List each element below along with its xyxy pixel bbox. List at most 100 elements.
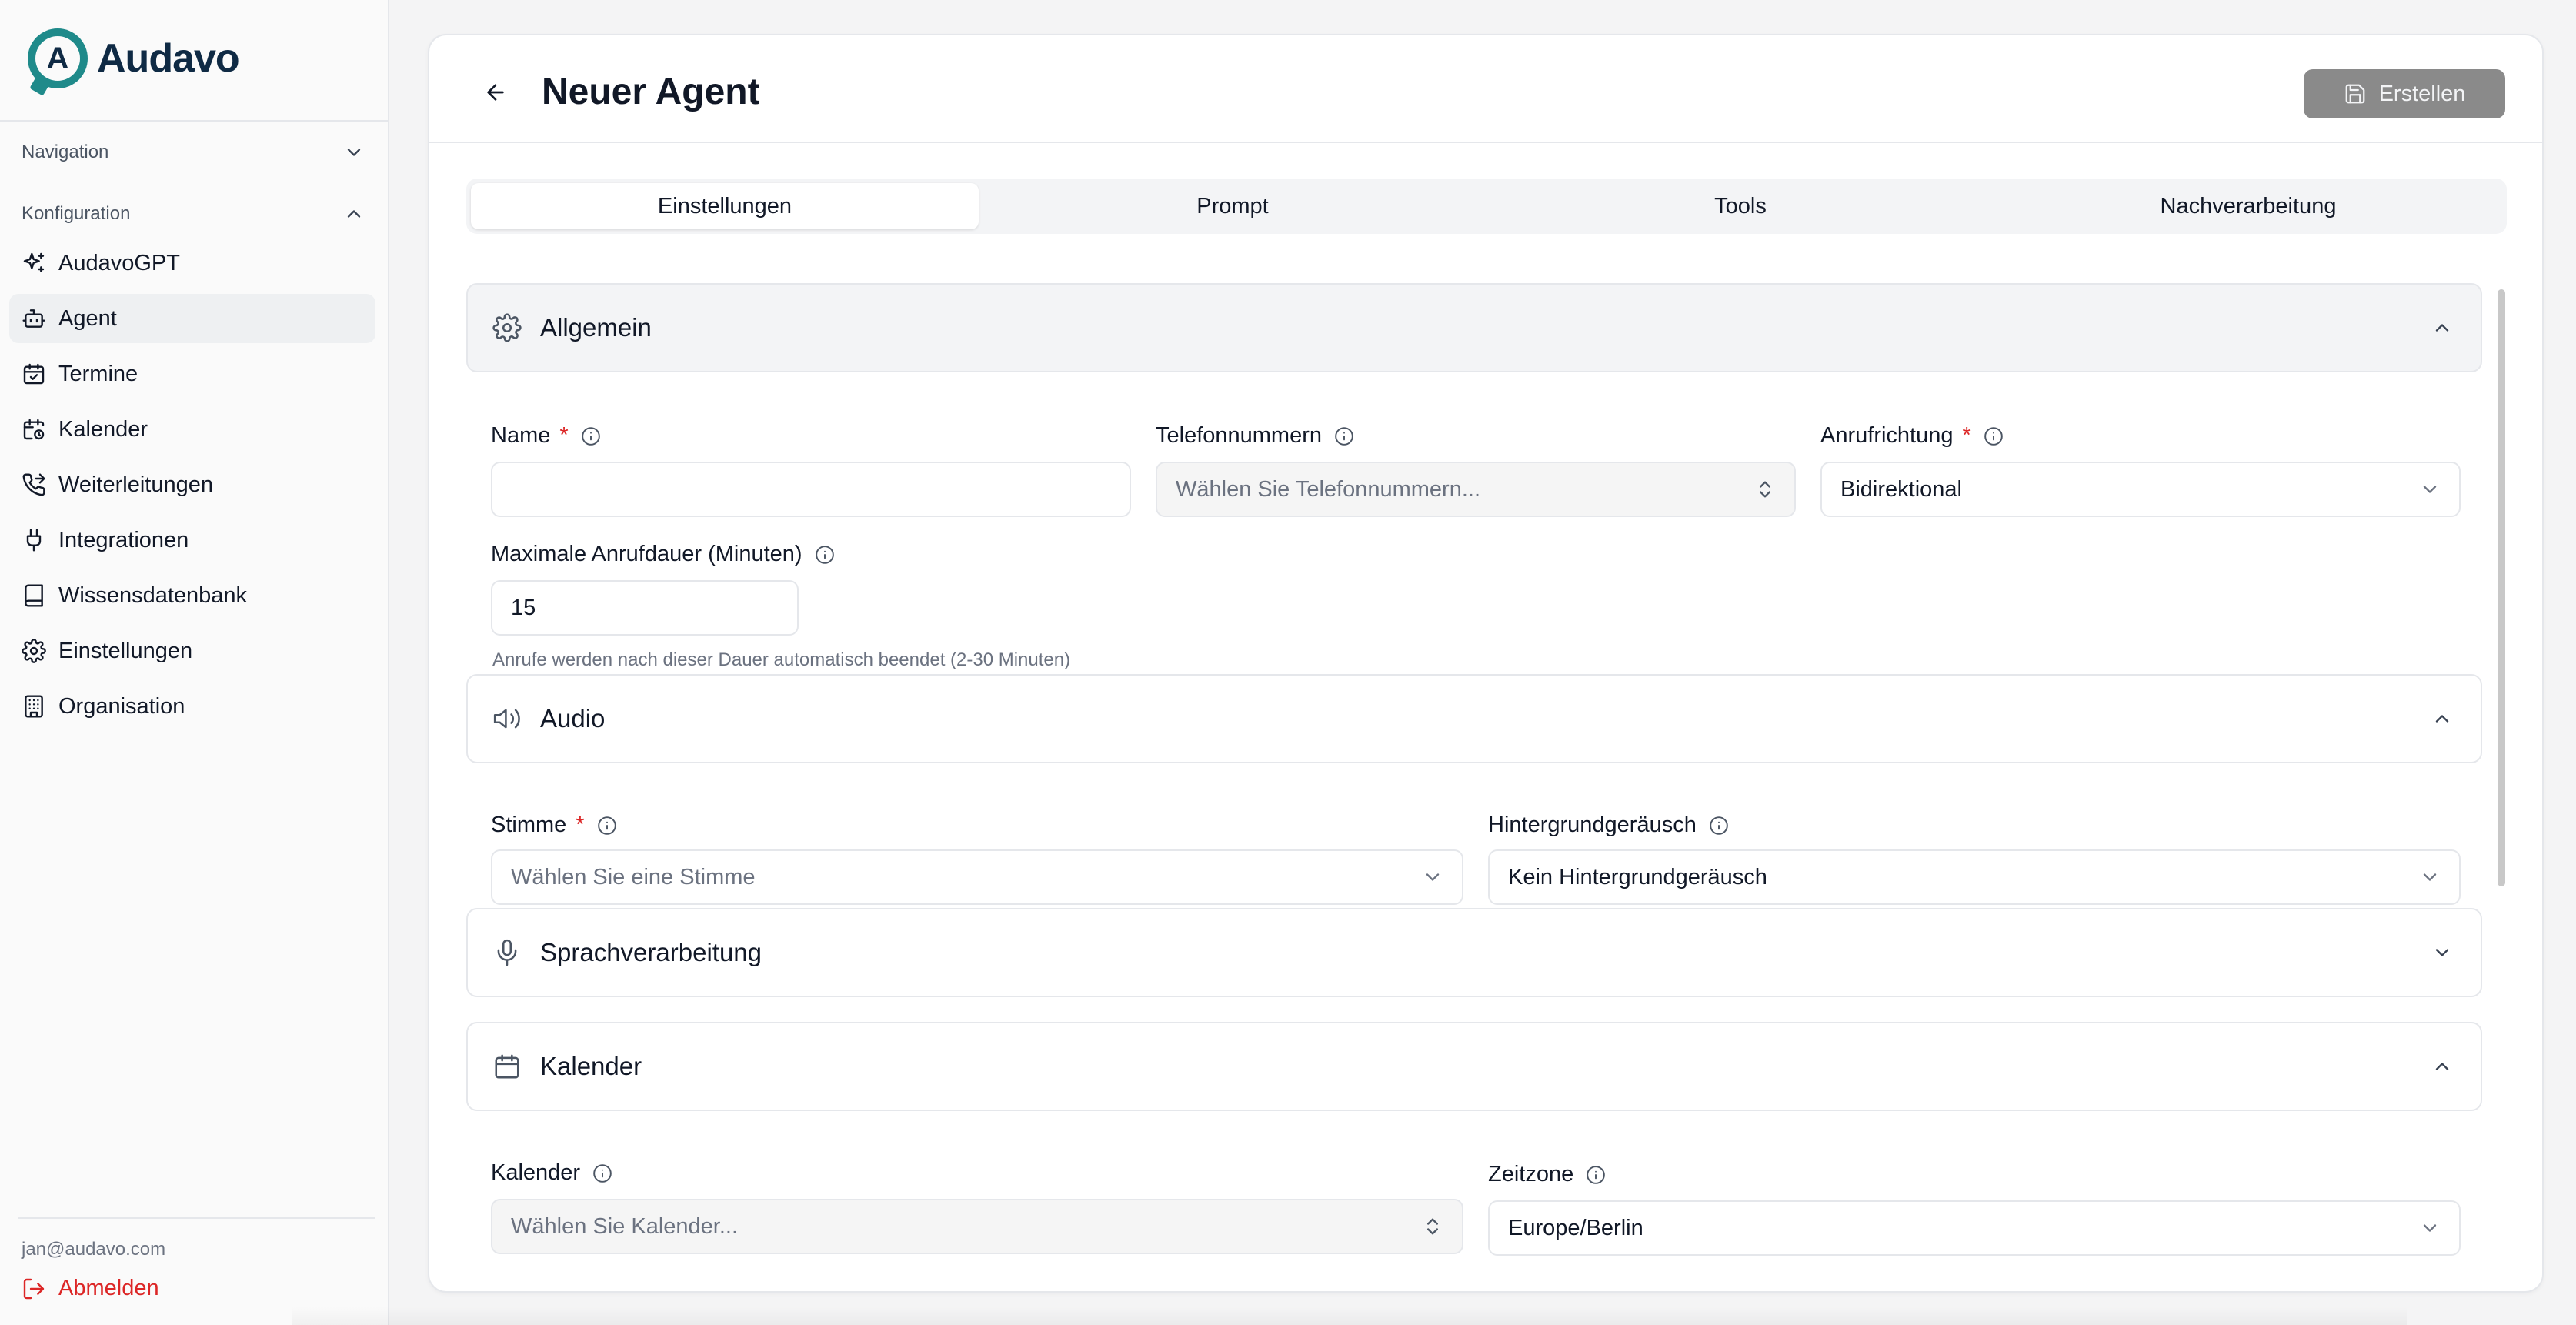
phone-select[interactable]: Wählen Sie Telefonnummern... (1156, 462, 1796, 517)
sidebar-item-label: Termine (58, 361, 138, 386)
tab-tools[interactable]: Tools (1487, 183, 1994, 229)
info-icon[interactable] (1586, 1165, 1606, 1185)
tab-nachverarbeitung[interactable]: Nachverarbeitung (1994, 183, 2502, 229)
direction-select[interactable]: Bidirektional (1820, 462, 2461, 517)
phone-placeholder: Wählen Sie Telefonnummern... (1176, 476, 1481, 502)
gear-icon (22, 639, 46, 663)
chevron-down-icon (1426, 873, 1440, 881)
noise-select[interactable]: Kein Hintergrundgeräusch (1488, 849, 2461, 905)
voice-select[interactable]: Wählen Sie eine Stimme (491, 849, 1463, 905)
section-title: Kalender (540, 1052, 642, 1080)
logo-letter: A (35, 36, 80, 81)
direction-value: Bidirektional (1840, 476, 1962, 502)
create-button[interactable]: Erstellen (2304, 69, 2505, 118)
label-text: Stimme (491, 813, 567, 837)
sidebar-item-weiterleitungen[interactable]: Weiterleitungen (9, 460, 375, 509)
user-email: jan@audavo.com (22, 1239, 166, 1260)
group-konfiguration[interactable]: Konfiguration (22, 199, 365, 229)
calendar-placeholder: Wählen Sie Kalender... (511, 1213, 739, 1239)
brand-logo[interactable]: A Audavo (28, 28, 240, 89)
noise-value: Kein Hintergrundgeräusch (1508, 864, 1767, 889)
sidebar-item-termine[interactable]: Termine (9, 349, 375, 399)
scrollbar-thumb[interactable] (2498, 289, 2505, 886)
voice-placeholder: Wählen Sie eine Stimme (511, 864, 756, 889)
divider (0, 120, 388, 122)
calendar-label: Kalender (491, 1160, 612, 1186)
sidebar-item-integrationen[interactable]: Integrationen (9, 516, 375, 565)
speaker-icon (493, 709, 520, 729)
sidebar-item-label: AudavoGPT (58, 250, 180, 275)
scrollbar[interactable] (2496, 285, 2507, 1285)
label-text: Name (491, 423, 551, 448)
section-kalender-header[interactable]: Kalender (466, 1022, 2482, 1111)
section-sprachverarbeitung-header[interactable]: Sprachverarbeitung (466, 908, 2482, 997)
plug-icon (26, 529, 42, 552)
chevron-down-icon (2423, 873, 2437, 881)
brand-name: Audavo (97, 36, 240, 81)
sidebar-item-label: Integrationen (58, 527, 189, 552)
sidebar-item-kalender[interactable]: Kalender (9, 405, 375, 454)
group-label: Konfiguration (22, 203, 131, 224)
sidebar-item-agent[interactable]: Agent (9, 294, 375, 343)
phone-label: Telefonnummern (1156, 423, 1354, 449)
sidebar-item-einstellungen[interactable]: Einstellungen (9, 626, 375, 676)
sidebar-item-audavogpt[interactable]: AudavoGPT (9, 239, 375, 288)
bot-icon (22, 309, 45, 328)
info-icon[interactable] (597, 816, 617, 836)
label-text: Anrufrichtung (1820, 423, 1954, 448)
chevron-down-icon (2435, 949, 2449, 956)
sparkles-icon (23, 252, 45, 272)
back-button[interactable] (472, 69, 519, 115)
duration-input[interactable]: 15 (491, 580, 799, 636)
microphone-icon (497, 939, 517, 966)
chevron-up-icon (2435, 324, 2449, 332)
info-icon[interactable] (1709, 816, 1729, 836)
sidebar-item-label: Wissensdatenbank (58, 582, 248, 608)
building-icon (25, 695, 43, 718)
voice-label: Stimme * (491, 813, 617, 838)
chevron-down-icon (2423, 486, 2437, 493)
section-title: Allgemein (540, 313, 652, 342)
tab-einstellungen[interactable]: Einstellungen (471, 183, 979, 229)
info-icon[interactable] (592, 1163, 612, 1183)
page-title: Neuer Agent (542, 72, 760, 112)
section-audio-header[interactable]: Audio (466, 674, 2482, 763)
label-text: Telefonnummern (1156, 423, 1322, 448)
arrow-left-icon (487, 84, 504, 101)
gear-icon (492, 313, 522, 342)
sidebar-item-wissensdatenbank[interactable]: Wissensdatenbank (9, 571, 375, 620)
sidebar: A Audavo Navigation Konfiguration Audavo… (0, 0, 389, 1325)
sidebar-item-organisation[interactable]: Organisation (9, 682, 375, 731)
info-icon[interactable] (1984, 426, 2004, 446)
calendar-icon (495, 1054, 519, 1079)
chevron-down-icon (2423, 1224, 2437, 1232)
sidebar-item-label: Kalender (58, 416, 148, 442)
calendar-check-icon (23, 363, 45, 385)
book-icon (25, 584, 43, 607)
name-input[interactable] (491, 462, 1131, 517)
bottom-shadow (292, 1307, 2407, 1325)
chevrons-up-down-icon (1760, 481, 1770, 498)
group-label: Navigation (22, 142, 109, 162)
chevron-down-icon (347, 149, 361, 156)
info-icon[interactable] (581, 426, 601, 446)
sidebar-item-label: Einstellungen (58, 638, 193, 663)
label-text: Zeitzone (1488, 1162, 1574, 1186)
calendar-select[interactable]: Wählen Sie Kalender... (491, 1199, 1463, 1254)
section-allgemein-header[interactable]: Allgemein (466, 283, 2482, 372)
direction-label: Anrufrichtung * (1820, 423, 2004, 449)
agent-form-card: Neuer Agent Erstellen Einstellungen Prom… (428, 34, 2544, 1293)
timezone-select[interactable]: Europe/Berlin (1488, 1200, 2461, 1256)
section-title: Sprachverarbeitung (540, 938, 762, 966)
chevron-up-icon (2435, 1063, 2449, 1070)
logout-button[interactable]: Abmelden (22, 1276, 159, 1301)
group-navigation[interactable]: Navigation (22, 137, 365, 168)
label-text: Maximale Anrufdauer (Minuten) (491, 542, 802, 566)
logout-label: Abmelden (58, 1276, 159, 1300)
tab-prompt[interactable]: Prompt (979, 183, 1487, 229)
duration-hint: Anrufe werden nach dieser Dauer automati… (492, 649, 1071, 670)
info-icon[interactable] (1334, 426, 1354, 446)
sidebar-item-label: Organisation (58, 693, 185, 719)
create-label: Erstellen (2378, 81, 2466, 106)
info-icon[interactable] (815, 545, 835, 565)
